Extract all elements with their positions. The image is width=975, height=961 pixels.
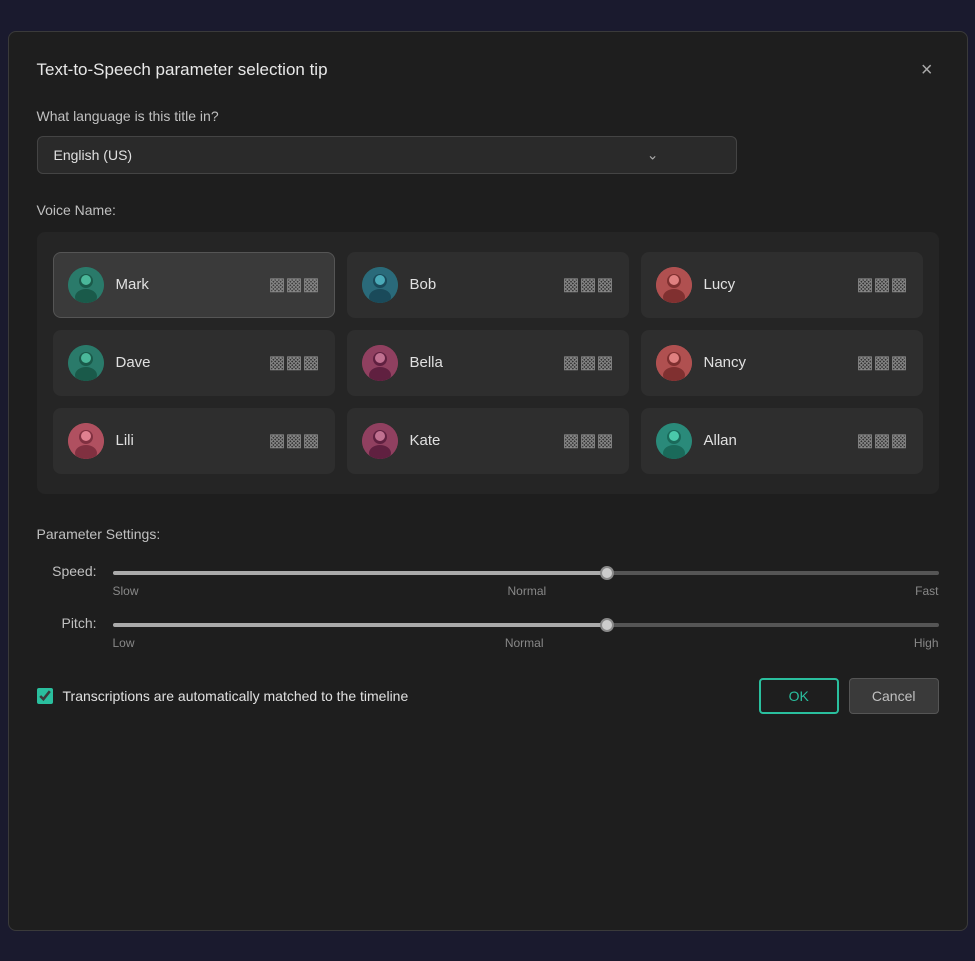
waveform-icon-kate: ▩▩▩ [562, 430, 613, 451]
voice-name-mark: Mark [116, 276, 257, 293]
footer-buttons: OK Cancel [759, 678, 939, 714]
voice-card-mark[interactable]: Mark ▩▩▩ [53, 252, 335, 318]
dialog-header: Text-to-Speech parameter selection tip × [37, 56, 939, 84]
pitch-slider-row: Pitch: [37, 614, 939, 632]
speed-slider-col [113, 562, 939, 580]
voice-name-dave: Dave [116, 354, 257, 371]
speed-mid-label: Normal [508, 584, 547, 598]
avatar-icon-nancy [656, 345, 692, 381]
voice-card-nancy[interactable]: Nancy ▩▩▩ [641, 330, 923, 396]
close-button[interactable]: × [915, 56, 939, 84]
waveform-icon-lucy: ▩▩▩ [856, 274, 907, 295]
speed-labels: Slow Normal Fast [113, 584, 939, 598]
speed-labels-row: Slow Normal Fast [37, 584, 939, 598]
transcription-label: Transcriptions are automatically matched… [63, 688, 409, 704]
voice-name-nancy: Nancy [704, 354, 845, 371]
footer-row: Transcriptions are automatically matched… [37, 678, 939, 714]
pitch-min-label: Low [113, 636, 135, 650]
voice-name-kate: Kate [410, 432, 551, 449]
checkbox-row: Transcriptions are automatically matched… [37, 688, 409, 704]
cancel-button[interactable]: Cancel [849, 678, 939, 714]
avatar-icon-lucy [656, 267, 692, 303]
avatar-icon-kate [362, 423, 398, 459]
pitch-max-label: High [914, 636, 939, 650]
pitch-mid-label: Normal [505, 636, 544, 650]
dialog-title: Text-to-Speech parameter selection tip [37, 60, 328, 80]
avatar-bob [362, 267, 398, 303]
avatar-kate [362, 423, 398, 459]
voice-card-kate[interactable]: Kate ▩▩▩ [347, 408, 629, 474]
voice-grid-container: Mark ▩▩▩ Bob ▩▩▩ [37, 232, 939, 494]
speed-label: Speed: [37, 563, 97, 579]
voice-card-bob[interactable]: Bob ▩▩▩ [347, 252, 629, 318]
voice-card-bella[interactable]: Bella ▩▩▩ [347, 330, 629, 396]
avatar-dave [68, 345, 104, 381]
voice-name-bella: Bella [410, 354, 551, 371]
dialog: Text-to-Speech parameter selection tip ×… [8, 31, 968, 931]
waveform-icon-bob: ▩▩▩ [562, 274, 613, 295]
waveform-icon-mark: ▩▩▩ [268, 274, 319, 295]
speed-slider-row: Speed: [37, 562, 939, 580]
avatar-icon-mark [68, 267, 104, 303]
ok-button[interactable]: OK [759, 678, 839, 714]
speed-max-label: Fast [915, 584, 938, 598]
avatar-icon-lili [68, 423, 104, 459]
avatar-nancy [656, 345, 692, 381]
voice-grid: Mark ▩▩▩ Bob ▩▩▩ [53, 252, 923, 474]
waveform-icon-bella: ▩▩▩ [562, 352, 613, 373]
avatar-icon-bob [362, 267, 398, 303]
pitch-slider-col [113, 614, 939, 632]
avatar-icon-bella [362, 345, 398, 381]
voice-card-lili[interactable]: Lili ▩▩▩ [53, 408, 335, 474]
avatar-icon-allan [656, 423, 692, 459]
avatar-allan [656, 423, 692, 459]
voice-name-allan: Allan [704, 432, 845, 449]
voice-card-lucy[interactable]: Lucy ▩▩▩ [641, 252, 923, 318]
language-select[interactable]: English (US) English (UK) Spanish French… [37, 136, 737, 174]
voice-name-bob: Bob [410, 276, 551, 293]
waveform-icon-nancy: ▩▩▩ [856, 352, 907, 373]
speed-slider[interactable] [113, 571, 939, 575]
voice-name-label: Voice Name: [37, 202, 939, 218]
speed-min-label: Slow [113, 584, 139, 598]
language-question: What language is this title in? [37, 108, 939, 124]
waveform-icon-lili: ▩▩▩ [268, 430, 319, 451]
avatar-lili [68, 423, 104, 459]
avatar-mark [68, 267, 104, 303]
voice-name-lucy: Lucy [704, 276, 845, 293]
voice-card-allan[interactable]: Allan ▩▩▩ [641, 408, 923, 474]
parameter-settings-label: Parameter Settings: [37, 526, 939, 542]
pitch-label: Pitch: [37, 615, 97, 631]
voice-name-lili: Lili [116, 432, 257, 449]
language-select-wrapper: English (US) English (UK) Spanish French… [37, 136, 939, 174]
transcription-checkbox[interactable] [37, 688, 53, 704]
pitch-slider[interactable] [113, 623, 939, 627]
avatar-bella [362, 345, 398, 381]
waveform-icon-dave: ▩▩▩ [268, 352, 319, 373]
avatar-icon-dave [68, 345, 104, 381]
waveform-icon-allan: ▩▩▩ [856, 430, 907, 451]
pitch-labels: Low Normal High [113, 636, 939, 650]
avatar-lucy [656, 267, 692, 303]
pitch-labels-row: Low Normal High [37, 636, 939, 650]
voice-card-dave[interactable]: Dave ▩▩▩ [53, 330, 335, 396]
